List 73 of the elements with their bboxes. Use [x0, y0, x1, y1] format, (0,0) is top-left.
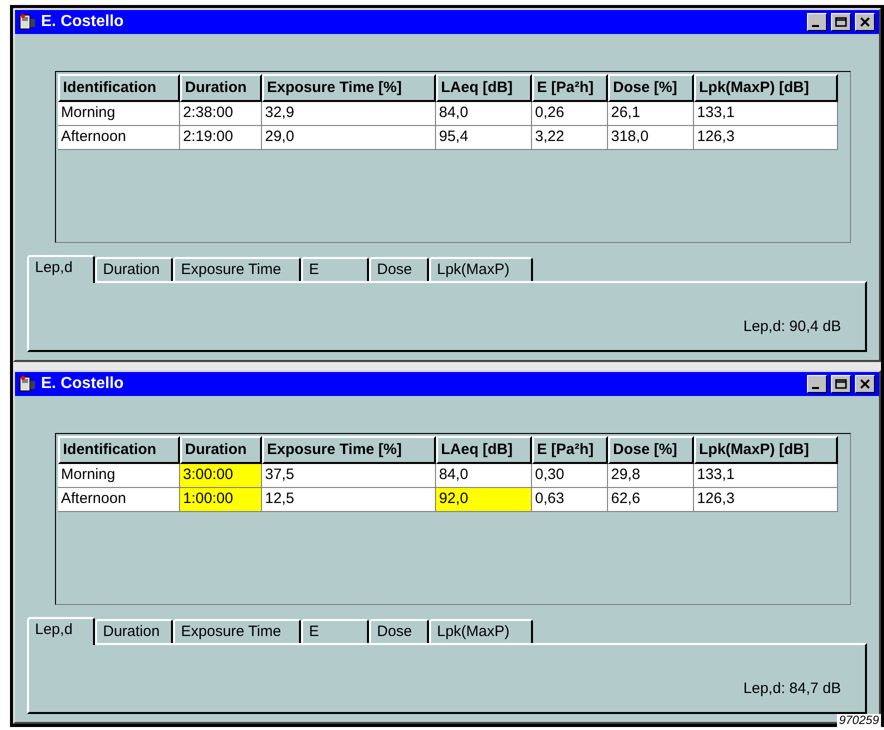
minimize-button[interactable]	[807, 375, 827, 393]
close-icon	[859, 379, 871, 389]
table-cell: 2:38:00	[180, 102, 262, 126]
tab[interactable]: Lpk(MaxP)	[429, 619, 533, 643]
window-title: E. Costello	[41, 12, 125, 32]
table-cell: 29,0	[262, 126, 436, 150]
column-header[interactable]: Duration	[180, 74, 262, 102]
result-text: Lep,d: 84,7 dB	[743, 678, 841, 698]
table-cell: 0,63	[532, 488, 608, 512]
minimize-icon	[812, 25, 818, 27]
column-header[interactable]: LAeq [dB]	[436, 436, 532, 464]
column-header[interactable]: Dose [%]	[608, 74, 694, 102]
table-cell: 84,0	[436, 464, 532, 488]
tab[interactable]: Duration	[95, 257, 173, 281]
tab[interactable]: Duration	[95, 619, 173, 643]
table-cell: 2:19:00	[180, 126, 262, 150]
table-cell: 37,5	[262, 464, 436, 488]
column-header[interactable]: E [Pa²h]	[532, 74, 608, 102]
tab[interactable]: Dose	[369, 257, 429, 281]
maximize-icon	[835, 17, 847, 27]
close-button[interactable]	[855, 13, 875, 31]
app-icon	[19, 13, 37, 31]
column-header[interactable]: Duration	[180, 436, 262, 464]
table-cell: 84,0	[436, 102, 532, 126]
table-cell: 12,5	[262, 488, 436, 512]
table-cell: 3:00:00	[180, 464, 262, 488]
result-text: Lep,d: 90,4 dB	[743, 316, 841, 336]
column-header[interactable]: Lpk(MaxP) [dB]	[694, 436, 838, 464]
tab[interactable]: E	[301, 257, 369, 281]
minimize-button[interactable]	[807, 13, 827, 31]
column-header[interactable]: E [Pa²h]	[532, 436, 608, 464]
tab[interactable]: Exposure Time	[173, 257, 301, 281]
table-cell: 126,3	[694, 126, 838, 150]
maximize-button[interactable]	[831, 13, 851, 31]
table-cell: 133,1	[694, 464, 838, 488]
table-cell: 32,9	[262, 102, 436, 126]
column-header[interactable]: Identification	[58, 436, 180, 464]
table-cell: 3,22	[532, 126, 608, 150]
table-cell: 95,4	[436, 126, 532, 150]
column-header[interactable]: Dose [%]	[608, 436, 694, 464]
maximize-icon	[835, 379, 847, 389]
maximize-button[interactable]	[831, 375, 851, 393]
column-header[interactable]: Lpk(MaxP) [dB]	[694, 74, 838, 102]
tab[interactable]: E	[301, 619, 369, 643]
figure-code: 970259	[836, 714, 881, 727]
column-header[interactable]: Exposure Time [%]	[262, 436, 436, 464]
table-cell: Morning	[58, 102, 180, 126]
table-cell: 62,6	[608, 488, 694, 512]
table-cell: 126,3	[694, 488, 838, 512]
column-header[interactable]: Identification	[58, 74, 180, 102]
close-icon	[859, 17, 871, 27]
column-header[interactable]: Exposure Time [%]	[262, 74, 436, 102]
column-header[interactable]: LAeq [dB]	[436, 74, 532, 102]
minimize-icon	[812, 387, 818, 389]
table-cell: 0,30	[532, 464, 608, 488]
tab[interactable]: Exposure Time	[173, 619, 301, 643]
tab[interactable]: Dose	[369, 619, 429, 643]
table-cell: Afternoon	[58, 126, 180, 150]
table-cell: 29,8	[608, 464, 694, 488]
tab[interactable]: Lpk(MaxP)	[429, 257, 533, 281]
table-cell: 0,26	[532, 102, 608, 126]
table-cell: 26,1	[608, 102, 694, 126]
tab[interactable]: Lep,d	[27, 255, 95, 283]
table-cell: Afternoon	[58, 488, 180, 512]
table-cell: Morning	[58, 464, 180, 488]
window-title: E. Costello	[41, 374, 125, 394]
close-button[interactable]	[855, 375, 875, 393]
table-cell: 1:00:00	[180, 488, 262, 512]
table-cell: 133,1	[694, 102, 838, 126]
table-cell: 318,0	[608, 126, 694, 150]
app-icon	[19, 375, 37, 393]
tab[interactable]: Lep,d	[27, 617, 95, 645]
table-cell: 92,0	[436, 488, 532, 512]
